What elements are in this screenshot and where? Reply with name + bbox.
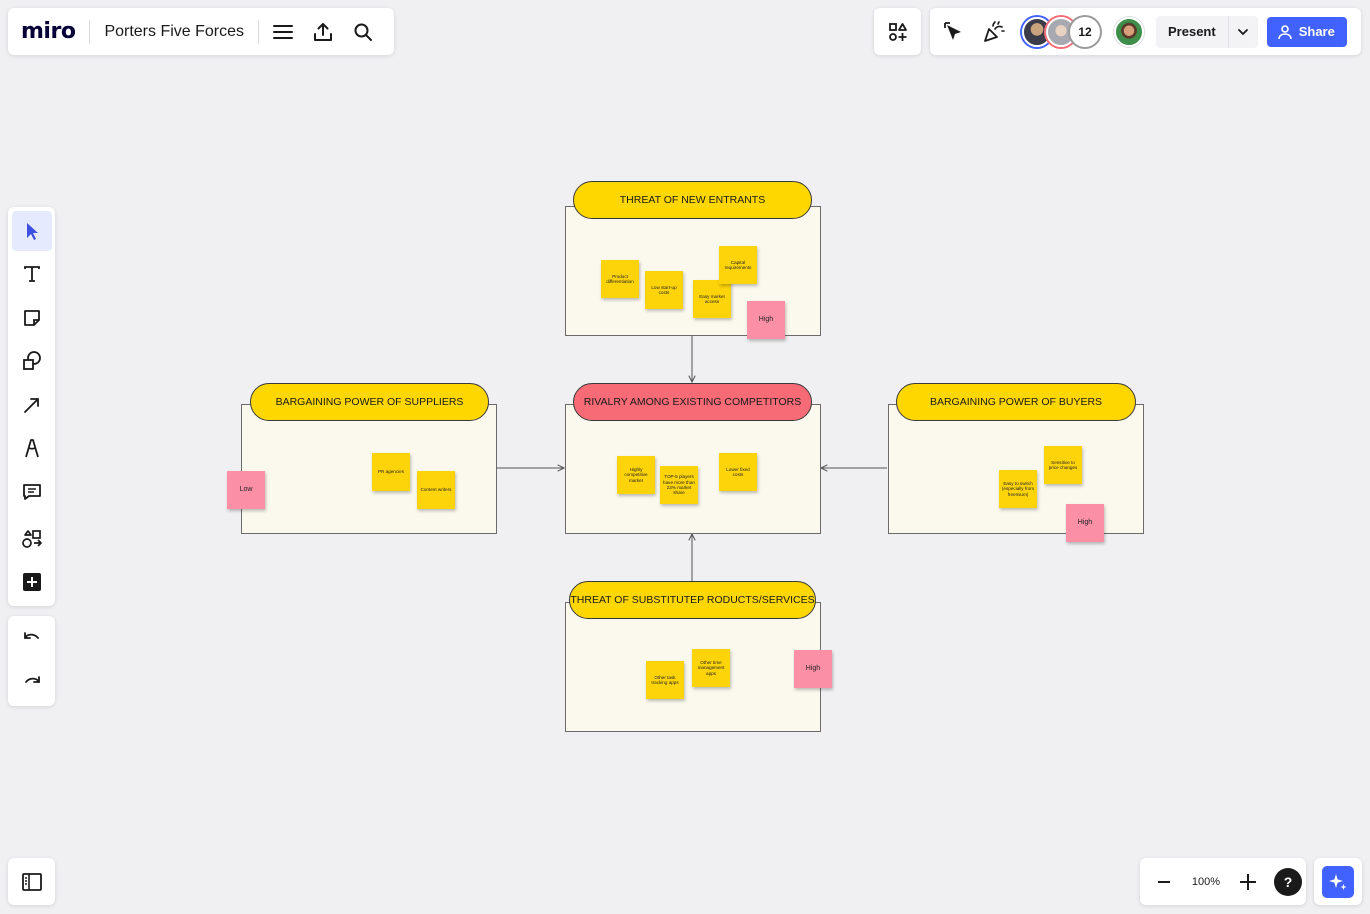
sticky-note-tool[interactable] <box>12 298 52 338</box>
ai-assistant-button[interactable] <box>1314 858 1362 905</box>
party-popper-icon[interactable] <box>974 12 1014 52</box>
title-buyers[interactable]: BARGAINING POWER OF BUYERS <box>896 383 1136 421</box>
panel-icon[interactable] <box>8 858 55 905</box>
present-group: Present <box>1156 15 1258 48</box>
flowchart-icon <box>21 530 42 548</box>
shapes-icon <box>22 351 41 371</box>
more-tools[interactable] <box>12 563 52 603</box>
redo-icon <box>24 676 40 683</box>
level-sticky[interactable]: High <box>1066 504 1104 542</box>
share-label: Share <box>1298 24 1335 39</box>
sticky-note-icon <box>23 309 40 326</box>
diagram-tool[interactable] <box>12 519 52 559</box>
zoom-controls: 100% ? <box>1140 858 1306 905</box>
plus-square-icon <box>22 573 41 592</box>
divider <box>258 19 260 44</box>
sticky-note[interactable]: Easy to switch (especially from freemium… <box>999 470 1037 508</box>
apps-icon <box>888 22 907 41</box>
pen-icon <box>24 439 39 458</box>
connector-tool[interactable] <box>12 385 52 425</box>
search-icon[interactable] <box>343 12 383 52</box>
hamburger-icon[interactable] <box>263 12 303 52</box>
pointer-icon <box>26 222 38 240</box>
level-sticky[interactable]: High <box>747 301 785 339</box>
upload-icon[interactable] <box>303 12 343 52</box>
redo-button[interactable] <box>12 661 52 701</box>
help-button[interactable]: ? <box>1274 867 1302 896</box>
avatar-group[interactable]: 12 <box>1022 16 1100 47</box>
title-suppliers[interactable]: BARGAINING POWER OF SUPPLIERS <box>250 383 489 421</box>
sticky-note[interactable]: Lower fixed costs <box>719 453 757 491</box>
current-user-avatar[interactable] <box>1114 16 1144 47</box>
frame-suppliers[interactable] <box>241 404 497 534</box>
select-tool[interactable] <box>11 211 52 251</box>
sparkle-icon <box>1322 865 1354 898</box>
comment-tool[interactable] <box>12 472 52 512</box>
history-toolbar <box>8 616 55 706</box>
miro-logo[interactable]: miro <box>21 19 76 44</box>
arrow-icon <box>23 397 39 413</box>
share-button[interactable]: Share <box>1266 16 1347 47</box>
undo-button[interactable] <box>12 618 52 658</box>
zoom-level[interactable]: 100% <box>1184 876 1228 888</box>
plus-icon <box>1240 873 1256 890</box>
sticky-note[interactable]: Product differentiation <box>601 260 639 298</box>
title-rivalry[interactable]: RIVALRY AMONG EXISTING COMPETITORS <box>573 383 812 421</box>
zoom-in-button[interactable] <box>1228 862 1268 902</box>
collaborator-count[interactable]: 12 <box>1070 16 1100 47</box>
user-icon <box>1277 24 1292 39</box>
sticky-note[interactable]: Sensitive to price changes <box>1044 446 1082 484</box>
text-icon <box>23 266 40 283</box>
comment-icon <box>22 483 41 500</box>
sticky-note[interactable]: Other task tracking apps <box>646 661 684 699</box>
sticky-note[interactable]: Low start-up costs <box>645 271 683 309</box>
minus-icon <box>1158 880 1170 883</box>
pen-tool[interactable] <box>12 428 52 468</box>
cursor-icon[interactable] <box>934 12 974 52</box>
sticky-note[interactable]: Easy market access <box>693 280 731 318</box>
present-button[interactable]: Present <box>1156 16 1228 48</box>
sticky-note[interactable]: Content writers <box>417 471 455 509</box>
text-tool[interactable] <box>12 254 52 294</box>
title-new-entrants[interactable]: THREAT OF NEW ENTRANTS <box>573 181 812 219</box>
collaboration-bar: 12 Present Share <box>930 8 1361 55</box>
sticky-note[interactable]: PR agencies <box>372 453 410 491</box>
shapes-tool[interactable] <box>12 341 52 381</box>
chevron-down-icon[interactable] <box>1227 15 1258 48</box>
divider <box>89 19 91 44</box>
sticky-note[interactable]: Other time management apps <box>692 649 730 687</box>
apps-button[interactable] <box>874 8 921 55</box>
sticky-note[interactable]: Highly competitive market <box>617 456 655 494</box>
frame-buyers[interactable] <box>888 404 1144 534</box>
creation-toolbar <box>8 207 55 606</box>
level-sticky[interactable]: High <box>794 650 832 688</box>
zoom-out-button[interactable] <box>1144 862 1184 902</box>
level-sticky[interactable]: Low <box>227 471 265 509</box>
board-title[interactable]: Porters Five Forces <box>104 23 244 41</box>
undo-icon <box>23 631 39 639</box>
board-header: miro Porters Five Forces <box>8 8 394 55</box>
sticky-note[interactable]: Capital requirements <box>719 246 757 284</box>
sticky-note[interactable]: TOP-5 players have more than 23% market … <box>660 466 698 504</box>
title-substitutes[interactable]: THREAT OF SUBSTITUTEP RODUCTS/SERVICES <box>569 581 816 619</box>
